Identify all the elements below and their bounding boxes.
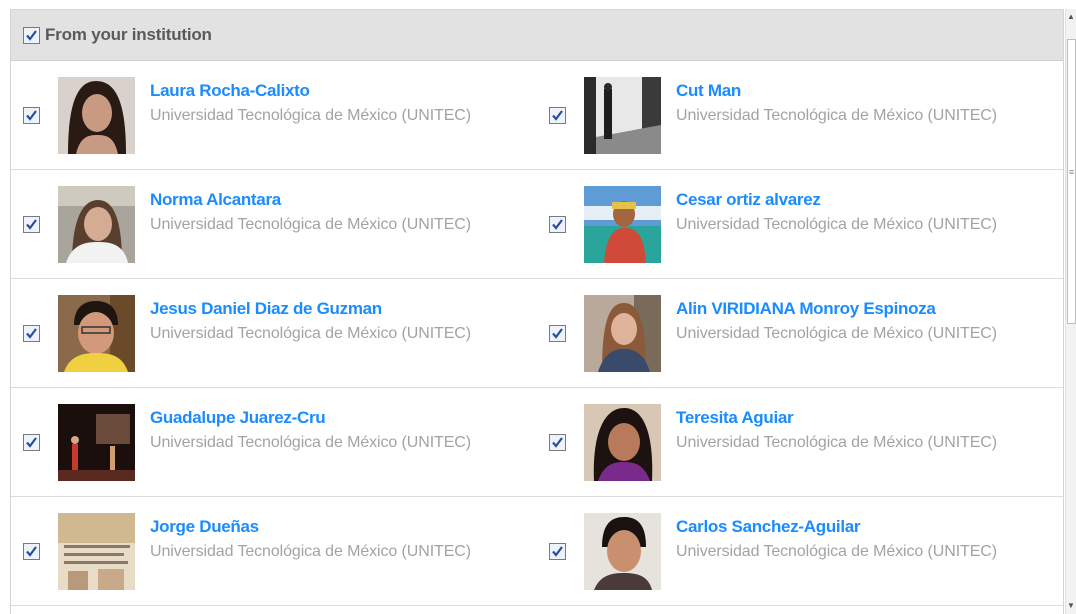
person-checkbox[interactable] <box>23 325 40 342</box>
avatar[interactable] <box>58 513 135 590</box>
scroll-down-arrow-icon[interactable]: ▼ <box>1067 602 1075 610</box>
avatar[interactable] <box>58 404 135 481</box>
table-row: Jorge Dueñas Universidad Tecnológica de … <box>11 497 1063 606</box>
avatar[interactable] <box>584 295 661 372</box>
person-checkbox[interactable] <box>549 325 566 342</box>
person-name-link[interactable]: Guadalupe Juarez-Cru <box>150 408 326 428</box>
person-name-link[interactable]: Jesus Daniel Diaz de Guzman <box>150 299 382 319</box>
person-institution: Universidad Tecnológica de México (UNITE… <box>150 216 471 233</box>
person-name-link[interactable]: Laura Rocha-Calixto <box>150 81 310 101</box>
list-item: Jesus Daniel Diaz de Guzman Universidad … <box>11 279 531 388</box>
person-name-link[interactable]: Carlos Sanchez-Aguilar <box>676 517 861 537</box>
person-checkbox[interactable] <box>549 434 566 451</box>
list-item: Cesar ortiz alvarez Universidad Tecnológ… <box>537 170 1057 279</box>
person-institution: Universidad Tecnológica de México (UNITE… <box>676 216 997 233</box>
person-checkbox[interactable] <box>23 216 40 233</box>
avatar[interactable] <box>58 295 135 372</box>
person-institution: Universidad Tecnológica de México (UNITE… <box>676 107 997 124</box>
grip-icon: ≡ <box>1068 167 1075 177</box>
table-row: Jesus Daniel Diaz de Guzman Universidad … <box>11 279 1063 388</box>
checkmark-icon <box>552 110 563 121</box>
suggestions-panel: From your institution Laura Rocha-Calixt… <box>10 9 1064 614</box>
avatar[interactable] <box>58 186 135 263</box>
avatar[interactable] <box>584 404 661 481</box>
checkmark-icon <box>552 437 563 448</box>
section-title: From your institution <box>45 25 212 44</box>
person-name-link[interactable]: Cut Man <box>676 81 741 101</box>
scroll-thumb[interactable]: ≡ <box>1067 39 1076 324</box>
person-name-link[interactable]: Jorge Dueñas <box>150 517 259 537</box>
list-item: Carlos Sanchez-Aguilar Universidad Tecno… <box>537 497 1057 606</box>
avatar[interactable] <box>58 77 135 154</box>
checkmark-icon <box>26 546 37 557</box>
table-row: Norma Alcantara Universidad Tecnológica … <box>11 170 1063 279</box>
people-list: Laura Rocha-Calixto Universidad Tecnológ… <box>11 61 1063 606</box>
checkmark-icon <box>26 110 37 121</box>
person-institution: Universidad Tecnológica de México (UNITE… <box>676 543 997 560</box>
person-institution: Universidad Tecnológica de México (UNITE… <box>676 325 997 342</box>
list-item: Alin VIRIDIANA Monroy Espinoza Universid… <box>537 279 1057 388</box>
table-row: Laura Rocha-Calixto Universidad Tecnológ… <box>11 61 1063 170</box>
list-item: Jorge Dueñas Universidad Tecnológica de … <box>11 497 531 606</box>
person-checkbox[interactable] <box>23 434 40 451</box>
checkmark-icon <box>552 546 563 557</box>
person-institution: Universidad Tecnológica de México (UNITE… <box>676 434 997 451</box>
vertical-scrollbar[interactable]: ▲ ≡ ▼ <box>1065 9 1076 614</box>
person-name-link[interactable]: Cesar ortiz alvarez <box>676 190 821 210</box>
person-checkbox[interactable] <box>23 543 40 560</box>
list-item: Laura Rocha-Calixto Universidad Tecnológ… <box>11 61 531 170</box>
table-row: Guadalupe Juarez-Cru Universidad Tecnoló… <box>11 388 1063 497</box>
checkmark-icon <box>26 219 37 230</box>
person-institution: Universidad Tecnológica de México (UNITE… <box>150 107 471 124</box>
avatar[interactable] <box>584 186 661 263</box>
scroll-up-arrow-icon[interactable]: ▲ <box>1067 13 1075 21</box>
list-item: Guadalupe Juarez-Cru Universidad Tecnoló… <box>11 388 531 497</box>
person-institution: Universidad Tecnológica de México (UNITE… <box>150 543 471 560</box>
avatar[interactable] <box>584 513 661 590</box>
select-all-checkbox[interactable] <box>23 26 40 44</box>
checkmark-icon <box>26 328 37 339</box>
person-name-link[interactable]: Teresita Aguiar <box>676 408 794 428</box>
list-item: Teresita Aguiar Universidad Tecnológica … <box>537 388 1057 497</box>
person-checkbox[interactable] <box>549 107 566 124</box>
list-item: Norma Alcantara Universidad Tecnológica … <box>11 170 531 279</box>
list-item: Cut Man Universidad Tecnológica de Méxic… <box>537 61 1057 170</box>
person-institution: Universidad Tecnológica de México (UNITE… <box>150 325 471 342</box>
person-institution: Universidad Tecnológica de México (UNITE… <box>150 434 471 451</box>
section-header: From your institution <box>11 10 1063 61</box>
person-checkbox[interactable] <box>549 216 566 233</box>
checkmark-icon <box>552 328 563 339</box>
checkmark-icon <box>26 437 37 448</box>
person-name-link[interactable]: Norma Alcantara <box>150 190 281 210</box>
checkmark-icon <box>552 219 563 230</box>
person-checkbox[interactable] <box>549 543 566 560</box>
avatar[interactable] <box>584 77 661 154</box>
person-name-link[interactable]: Alin VIRIDIANA Monroy Espinoza <box>676 299 936 319</box>
checkmark-icon <box>26 29 37 41</box>
person-checkbox[interactable] <box>23 107 40 124</box>
